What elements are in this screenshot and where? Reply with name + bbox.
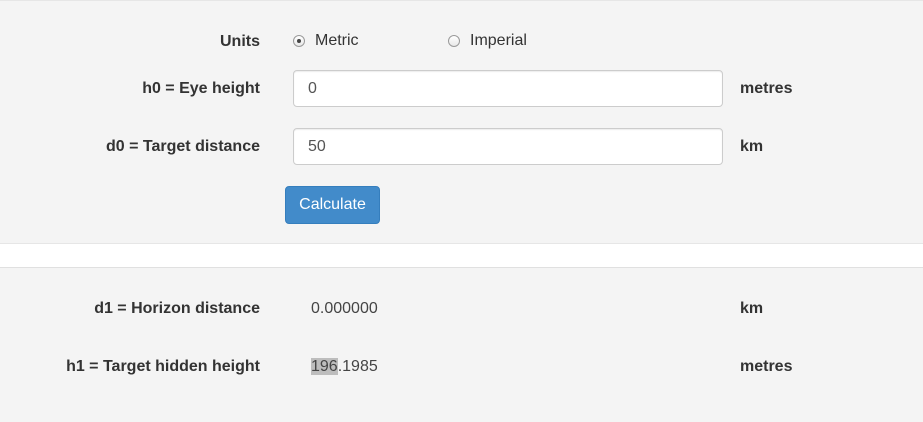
horizon-distance-unit: km [740,300,764,317]
horizon-distance-label: d1 = Horizon distance [94,300,260,317]
hidden-height-value: 196.1985 [311,358,378,376]
target-distance-unit: km [740,138,764,155]
target-distance-input[interactable] [293,128,723,165]
radio-metric[interactable]: Metric [293,32,359,50]
eye-height-label: h0 = Eye height [142,80,260,97]
target-distance-label: d0 = Target distance [106,138,260,155]
radio-imperial-button[interactable] [448,35,460,47]
radio-metric-button[interactable] [293,35,305,47]
hidden-height-unit: metres [740,358,793,375]
units-label: Units [220,33,260,50]
calculate-button[interactable]: Calculate [285,186,380,224]
hidden-height-label: h1 = Target hidden height [66,358,260,375]
radio-imperial[interactable]: Imperial [448,32,527,50]
radio-imperial-label[interactable]: Imperial [470,32,527,50]
results-panel: d1 = Horizon distance 0.000000 km h1 = T… [0,267,923,422]
hidden-height-selected-text: 196 [311,358,338,375]
eye-height-input[interactable] [293,70,723,107]
input-panel: Units Metric Imperial h0 = Eye height me… [0,0,923,244]
horizon-distance-value: 0.000000 [311,300,378,317]
eye-height-unit: metres [740,80,793,97]
radio-metric-label[interactable]: Metric [315,32,359,50]
hidden-height-rest-text: .1985 [337,358,378,375]
